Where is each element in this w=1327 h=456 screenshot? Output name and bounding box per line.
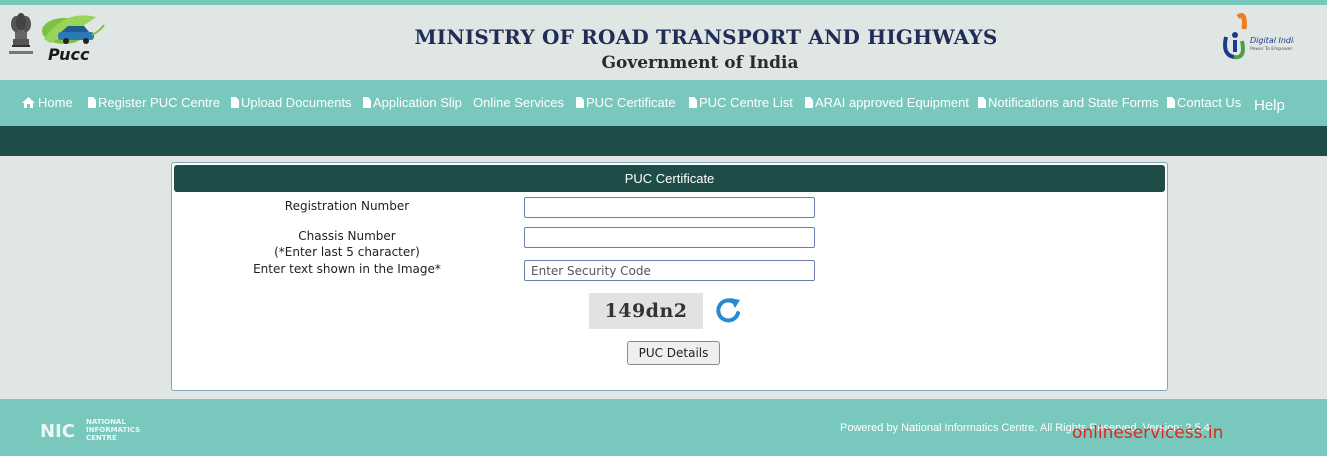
nav-upload-documents[interactable]: Upload Documents: [231, 95, 352, 110]
document-icon: [363, 97, 371, 108]
nav-application-slip[interactable]: Application Slip: [363, 95, 462, 110]
registration-number-label: Registration Number: [284, 199, 410, 213]
site-header: Pucc MINISTRY OF ROAD TRANSPORT AND HIGH…: [0, 5, 1327, 80]
watermark-text: onlineservicess.in: [1072, 423, 1224, 443]
nav-help-label: Help: [1254, 97, 1285, 114]
nav-puc-centre-list-label: PUC Centre List: [699, 95, 793, 110]
document-icon: [88, 97, 96, 108]
svg-text:NATIONAL: NATIONAL: [86, 418, 126, 426]
refresh-captcha-icon[interactable]: [713, 295, 743, 327]
nav-application-slip-label: Application Slip: [373, 95, 462, 110]
document-icon: [231, 97, 239, 108]
puc-details-button[interactable]: PUC Details: [627, 341, 720, 365]
nav-home-label: Home: [38, 95, 73, 110]
panel-title: PUC Certificate: [174, 165, 1165, 192]
nav-underbar: [0, 126, 1327, 156]
main-nav: Home Register PUC Centre Upload Document…: [0, 80, 1327, 126]
registration-number-input[interactable]: [524, 197, 815, 218]
digital-india-tagline: Power To Empower: [1250, 46, 1292, 52]
digital-india-title: Digital India: [1250, 36, 1294, 45]
nav-help[interactable]: Help: [1254, 97, 1285, 114]
ministry-title: MINISTRY OF ROAD TRANSPORT AND HIGHWAYS: [414, 25, 998, 49]
document-icon: [689, 97, 697, 108]
nav-notifications-label: Notifications and State Forms: [988, 95, 1159, 110]
nav-arai-equipment[interactable]: ARAI approved Equipment: [805, 95, 969, 110]
nav-puc-certificate[interactable]: PUC Certificate: [576, 95, 676, 110]
nav-notifications-state-forms[interactable]: Notifications and State Forms: [978, 95, 1159, 110]
government-subtitle: Government of India: [601, 53, 799, 73]
document-icon: [805, 97, 813, 108]
nav-register-label: Register PUC Centre: [98, 95, 221, 110]
nav-arai-label: ARAI approved Equipment: [815, 95, 969, 110]
security-code-label: Enter text shown in the Image*: [253, 262, 441, 276]
puc-certificate-panel: PUC Certificate Registration Number Chas…: [171, 162, 1168, 391]
security-code-input[interactable]: [524, 260, 815, 281]
chassis-number-label: Chassis Number: [298, 229, 396, 243]
document-icon: [1167, 97, 1175, 108]
nav-online-services[interactable]: Online Services: [473, 95, 564, 110]
nav-puc-centre-list[interactable]: PUC Centre List: [689, 95, 793, 110]
site-footer: NIC NATIONAL INFORMATICS CENTRE Powered …: [0, 399, 1327, 456]
svg-text:NIC: NIC: [40, 421, 75, 442]
home-icon: [22, 97, 35, 108]
nav-online-services-label: Online Services: [473, 95, 565, 110]
chassis-number-hint: (*Enter last 5 character): [274, 245, 420, 259]
digital-india-logo: Digital India Power To Empower: [1223, 13, 1294, 60]
nav-upload-label: Upload Documents: [241, 95, 352, 110]
chassis-number-input[interactable]: [524, 227, 815, 248]
nav-puc-certificate-label: PUC Certificate: [586, 95, 676, 110]
nav-home[interactable]: Home: [22, 95, 73, 110]
nav-contact-us[interactable]: Contact Us: [1167, 95, 1241, 110]
document-icon: [576, 97, 584, 108]
nav-register-puc-centre[interactable]: Register PUC Centre: [88, 95, 220, 110]
svg-text:CENTRE: CENTRE: [86, 434, 117, 442]
svg-text:INFORMATICS: INFORMATICS: [86, 426, 140, 434]
document-icon: [978, 97, 986, 108]
nav-contact-label: Contact Us: [1177, 95, 1242, 110]
nic-logo: NIC NATIONAL INFORMATICS CENTRE: [40, 418, 140, 442]
captcha-image: 149dn2: [589, 293, 703, 329]
